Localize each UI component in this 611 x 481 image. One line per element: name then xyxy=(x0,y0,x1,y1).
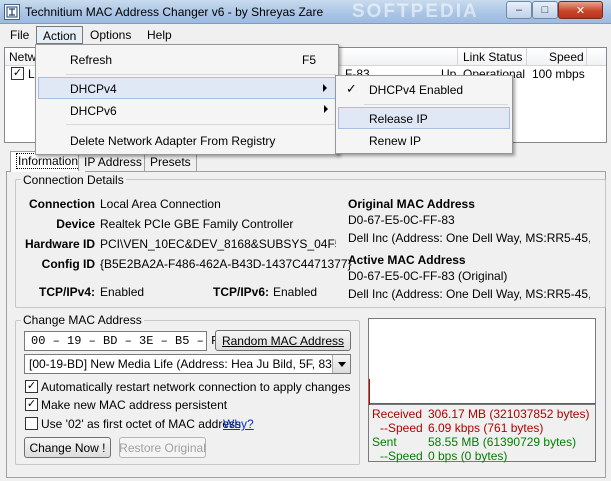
menu-action[interactable]: Action xyxy=(36,26,84,44)
submenu-arrow-icon xyxy=(323,84,327,92)
menu-separator xyxy=(364,104,508,105)
submenu-arrow-icon xyxy=(324,105,328,113)
received-value: 306.17 MB (321037852 bytes) xyxy=(428,407,590,421)
config-id-value: {B5E2BA2A-F486-462A-B43D-1437C4471377} xyxy=(100,257,352,271)
dhcpv4-label: DHCPv4 xyxy=(70,82,117,96)
use-02-checkbox[interactable] xyxy=(25,417,38,430)
hardware-id-label: Hardware ID xyxy=(24,237,95,251)
tcpipv6-value: Enabled xyxy=(273,285,318,299)
menu-item-dhcpv6[interactable]: DHCPv6 xyxy=(38,99,336,121)
original-mac-vendor: Dell Inc (Address: One Dell Way, MS:RR5-… xyxy=(348,231,590,245)
original-mac-title: Original MAC Address xyxy=(348,197,475,211)
tx-speed-label: --Speed xyxy=(380,449,423,463)
graph-received-line xyxy=(369,379,370,405)
persistent-checkbox[interactable]: ✓ xyxy=(25,398,38,411)
refresh-shortcut: F5 xyxy=(301,53,316,67)
auto-restart-label: Automatically restart network connection… xyxy=(41,380,351,394)
dhcpv4-enabled-label: DHCPv4 Enabled xyxy=(369,83,464,97)
device-label: Device xyxy=(56,217,95,231)
adapter-checkbox[interactable]: ✓ xyxy=(11,67,24,80)
dhcpv6-label: DHCPv6 xyxy=(70,104,117,118)
connection-label: Connection xyxy=(29,197,95,211)
menu-item-dhcpv4[interactable]: DHCPv4 xyxy=(38,77,336,99)
menu-help[interactable]: Help xyxy=(141,26,178,44)
mac-address-input[interactable]: 00 – 19 – BD – 3E – B5 – FB xyxy=(24,331,225,351)
menu-separator xyxy=(66,74,336,75)
adapter-speed: 100 mbps xyxy=(532,67,585,81)
refresh-label: Refresh xyxy=(70,53,113,67)
menu-separator xyxy=(66,124,336,125)
action-menu: Refresh F5 DHCPv4 DHCPv6 Delete Network … xyxy=(35,44,339,155)
close-button[interactable]: ✕ xyxy=(558,1,603,19)
change-mac-legend: Change MAC Address xyxy=(21,313,144,327)
traffic-graph xyxy=(368,318,596,405)
column-divider[interactable] xyxy=(586,48,587,66)
maximize-button[interactable]: □ xyxy=(532,1,558,19)
check-icon: ✓ xyxy=(346,81,357,96)
window-title: Technitium MAC Address Changer v6 - by S… xyxy=(25,5,324,19)
watermark: SOFTPEDIA xyxy=(352,1,479,22)
title-bar[interactable]: Technitium MAC Address Changer v6 - by S… xyxy=(0,0,611,24)
connection-value: Local Area Connection xyxy=(100,197,221,211)
persistent-label: Make new MAC address persistent xyxy=(41,398,228,412)
restore-original-button[interactable]: Restore Original xyxy=(119,437,206,458)
menu-item-renew-ip[interactable]: Renew IP xyxy=(338,129,510,151)
device-value: Realtek PCIe GBE Family Controller xyxy=(100,217,294,231)
tcpipv4-label: TCP/IPv4: xyxy=(38,285,95,299)
column-divider[interactable] xyxy=(457,48,458,66)
change-now-button[interactable]: Change Now ! xyxy=(24,437,111,458)
menu-bar: File Action Options Help xyxy=(0,24,611,45)
column-divider[interactable] xyxy=(526,48,527,66)
connection-details-legend: Connection Details xyxy=(21,173,126,187)
app-icon xyxy=(4,4,20,20)
vendor-select[interactable]: [00-19-BD] New Media Life (Address: Hea … xyxy=(24,354,351,374)
active-mac-value: D0-67-E5-0C-FF-83 (Original) xyxy=(348,269,508,283)
hardware-id-value: PCI\VEN_10EC&DEV_8168&SUBSYS_04F5102 xyxy=(100,237,336,251)
delete-adapter-label: Delete Network Adapter From Registry xyxy=(70,134,276,148)
chevron-down-icon[interactable] xyxy=(332,355,350,373)
menu-item-dhcpv4-enabled[interactable]: ✓ DHCPv4 Enabled xyxy=(338,78,510,100)
release-ip-label: Release IP xyxy=(369,112,428,126)
minimize-button[interactable]: – xyxy=(506,1,532,19)
graph-sent-line xyxy=(370,403,595,404)
tx-speed-value: 0 bps (0 bytes) xyxy=(428,449,508,463)
menu-item-delete-adapter[interactable]: Delete Network Adapter From Registry xyxy=(38,129,336,151)
column-header-name[interactable]: Netw xyxy=(9,50,36,64)
menu-item-release-ip[interactable]: Release IP xyxy=(338,107,510,129)
tcpipv6-label: TCP/IPv6: xyxy=(212,285,269,299)
use-02-label: Use '02' as first octet of MAC address xyxy=(41,417,241,431)
received-label: Received xyxy=(372,407,423,421)
random-mac-button[interactable]: Random MAC Address xyxy=(215,330,351,351)
tcpipv4-value: Enabled xyxy=(100,285,145,299)
auto-restart-checkbox[interactable]: ✓ xyxy=(25,380,38,393)
sent-label: Sent xyxy=(372,435,397,449)
menu-item-refresh[interactable]: Refresh F5 xyxy=(38,48,336,70)
tab-information-label: Information xyxy=(16,153,81,169)
original-mac-value: D0-67-E5-0C-FF-83 xyxy=(348,213,455,227)
random-mac-button-label: Random MAC Address xyxy=(221,333,345,348)
column-header-link-status[interactable]: Link Status xyxy=(463,50,522,64)
active-mac-vendor: Dell Inc (Address: One Dell Way, MS:RR5-… xyxy=(348,287,590,301)
column-header-speed[interactable]: Speed xyxy=(549,50,584,64)
rx-speed-value: 6.09 kbps (761 bytes) xyxy=(428,421,544,435)
menu-file[interactable]: File xyxy=(4,26,35,44)
sent-value: 58.55 MB (61390729 bytes) xyxy=(428,435,577,449)
why-link[interactable]: Why? xyxy=(223,417,254,431)
dhcpv4-submenu: ✓ DHCPv4 Enabled Release IP Renew IP xyxy=(335,75,513,154)
menu-options[interactable]: Options xyxy=(84,26,137,44)
config-id-label: Config ID xyxy=(41,257,95,271)
renew-ip-label: Renew IP xyxy=(369,134,422,148)
active-mac-title: Active MAC Address xyxy=(348,253,466,267)
rx-speed-label: --Speed xyxy=(380,421,423,435)
